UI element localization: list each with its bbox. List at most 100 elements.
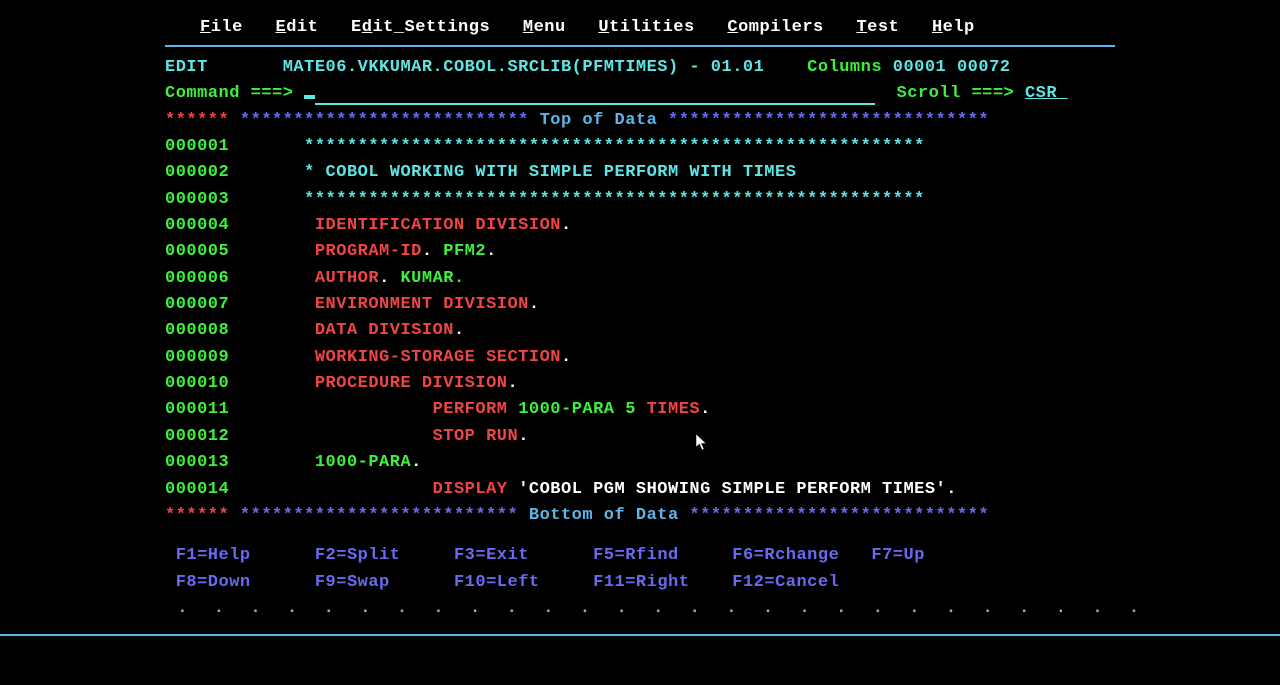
code-line[interactable]: 000013 1000-PARA.	[165, 450, 1115, 476]
line-number[interactable]: 000003	[165, 190, 229, 209]
command-label: Command ===>	[165, 84, 293, 103]
top-of-data-marker: ****** *************************** Top o…	[165, 108, 1115, 134]
code-token: 'COBOL PGM SHOWING SIMPLE PERFORM TIMES'	[518, 480, 946, 499]
code-token: DISPLAY	[433, 480, 508, 499]
code-token: TIMES	[647, 400, 701, 419]
code-token: 1000-PARA 5	[518, 400, 636, 419]
line-number[interactable]: 000008	[165, 321, 229, 340]
code-line[interactable]: 000010 PROCEDURE DIVISION.	[165, 371, 1115, 397]
code-token: .	[422, 242, 443, 261]
code-line[interactable]: 000005 PROGRAM-ID. PFM2.	[165, 239, 1115, 265]
cursor-icon	[304, 95, 315, 99]
header-line: EDIT MATE06.VKKUMAR.COBOL.SRCLIB(PFMTIME…	[165, 55, 1115, 81]
fn-keys-row2: F8=Down F9=Swap F10=Left F11=Right F12=C…	[165, 570, 1115, 596]
dataset-name: MATE06.VKKUMAR.COBOL.SRCLIB(PFMTIMES) - …	[283, 58, 765, 77]
code-token: .	[561, 348, 572, 367]
menu-compilers[interactable]: Compilers	[727, 18, 823, 37]
code-token	[507, 400, 518, 419]
line-number[interactable]: 000007	[165, 295, 229, 314]
code-token: .	[411, 453, 422, 472]
menu-file[interactable]: File	[200, 18, 243, 37]
line-number[interactable]: 000001	[165, 137, 229, 156]
scroll-value[interactable]: CSR	[1025, 84, 1068, 103]
code-token	[636, 400, 647, 419]
code-token: DATA DIVISION	[315, 321, 454, 340]
menu-edit-settings[interactable]: Edit_Settings	[351, 18, 490, 37]
code-token: .	[529, 295, 540, 314]
fn-f9[interactable]: F9=Swap	[315, 573, 390, 592]
line-number[interactable]: 000002	[165, 163, 229, 182]
menu-bar: File Edit Edit_Settings Menu Utilities C…	[165, 18, 1115, 47]
command-line: Command ===> Scroll ===> CSR	[165, 81, 1115, 107]
code-line[interactable]: 000001 *********************************…	[165, 134, 1115, 160]
menu-menu[interactable]: Menu	[523, 18, 566, 37]
fn-keys-row1: F1=Help F2=Split F3=Exit F5=Rfind F6=Rch…	[165, 543, 1115, 569]
scroll-label: Scroll ===>	[897, 84, 1015, 103]
code-token	[507, 480, 518, 499]
code-token: .	[700, 400, 711, 419]
line-number[interactable]: 000004	[165, 216, 229, 235]
code-line[interactable]: 000009 WORKING-STORAGE SECTION.	[165, 345, 1115, 371]
menu-help[interactable]: Help	[932, 18, 975, 37]
line-number[interactable]: 000010	[165, 374, 229, 393]
code-token: ****************************************…	[304, 190, 925, 209]
code-line[interactable]: 000006 AUTHOR. KUMAR.	[165, 266, 1115, 292]
menu-test[interactable]: Test	[856, 18, 899, 37]
code-token: .	[379, 269, 400, 288]
fn-f5[interactable]: F5=Rfind	[593, 546, 679, 565]
line-number[interactable]: 000012	[165, 427, 229, 446]
code-token: AUTHOR	[315, 269, 379, 288]
code-line[interactable]: 000012 STOP RUN.	[165, 424, 1115, 450]
fn-f2[interactable]: F2=Split	[315, 546, 401, 565]
fn-f3[interactable]: F3=Exit	[454, 546, 529, 565]
code-token: .	[486, 242, 497, 261]
columns-label: Columns	[807, 58, 882, 77]
code-token: PFM2	[443, 242, 486, 261]
bottom-divider	[0, 634, 1280, 636]
command-input[interactable]	[315, 86, 875, 105]
code-line[interactable]: 000003 *********************************…	[165, 187, 1115, 213]
code-token: PROGRAM-ID	[315, 242, 422, 261]
code-line[interactable]: 000004 IDENTIFICATION DIVISION.	[165, 213, 1115, 239]
code-token: .	[507, 374, 518, 393]
code-token: PERFORM	[433, 400, 508, 419]
code-token: .	[454, 321, 465, 340]
fn-f11[interactable]: F11=Right	[593, 573, 689, 592]
code-token: WORKING-STORAGE SECTION	[315, 348, 561, 367]
code-line[interactable]: 000014 DISPLAY 'COBOL PGM SHOWING SIMPLE…	[165, 477, 1115, 503]
code-area[interactable]: 000001 *********************************…	[165, 134, 1115, 503]
status-dots: . . . . . . . . . . . . . . . . . . . . …	[165, 596, 1115, 622]
line-number[interactable]: 000014	[165, 480, 229, 499]
code-token: PROCEDURE DIVISION	[315, 374, 508, 393]
code-token: KUMAR.	[400, 269, 464, 288]
menu-utilities[interactable]: Utilities	[598, 18, 694, 37]
fn-f10[interactable]: F10=Left	[454, 573, 540, 592]
code-token: STOP RUN	[433, 427, 519, 446]
code-token: ENVIRONMENT DIVISION	[315, 295, 529, 314]
code-token: .	[561, 216, 572, 235]
code-token: ****************************************…	[304, 137, 925, 156]
code-token: 1000-PARA	[315, 453, 411, 472]
mode-label: EDIT	[165, 58, 208, 77]
line-number[interactable]: 000005	[165, 242, 229, 261]
code-line[interactable]: 000002 * COBOL WORKING WITH SIMPLE PERFO…	[165, 160, 1115, 186]
line-number[interactable]: 000009	[165, 348, 229, 367]
code-token: IDENTIFICATION DIVISION	[315, 216, 561, 235]
code-line[interactable]: 000011 PERFORM 1000-PARA 5 TIMES.	[165, 397, 1115, 423]
fn-f8[interactable]: F8=Down	[176, 573, 251, 592]
fn-f7[interactable]: F7=Up	[871, 546, 925, 565]
bottom-of-data-marker: ****** ************************** Bottom…	[165, 503, 1115, 529]
line-number[interactable]: 000013	[165, 453, 229, 472]
code-line[interactable]: 000008 DATA DIVISION.	[165, 318, 1115, 344]
line-number[interactable]: 000011	[165, 400, 229, 419]
columns-value: 00001 00072	[893, 58, 1011, 77]
fn-f12[interactable]: F12=Cancel	[732, 573, 839, 592]
menu-edit[interactable]: Edit	[276, 18, 319, 37]
line-number[interactable]: 000006	[165, 269, 229, 288]
code-line[interactable]: 000007 ENVIRONMENT DIVISION.	[165, 292, 1115, 318]
code-token: .	[518, 427, 529, 446]
code-token: .	[946, 480, 957, 499]
code-token: * COBOL WORKING WITH SIMPLE PERFORM WITH…	[304, 163, 796, 182]
fn-f1[interactable]: F1=Help	[176, 546, 251, 565]
fn-f6[interactable]: F6=Rchange	[732, 546, 839, 565]
